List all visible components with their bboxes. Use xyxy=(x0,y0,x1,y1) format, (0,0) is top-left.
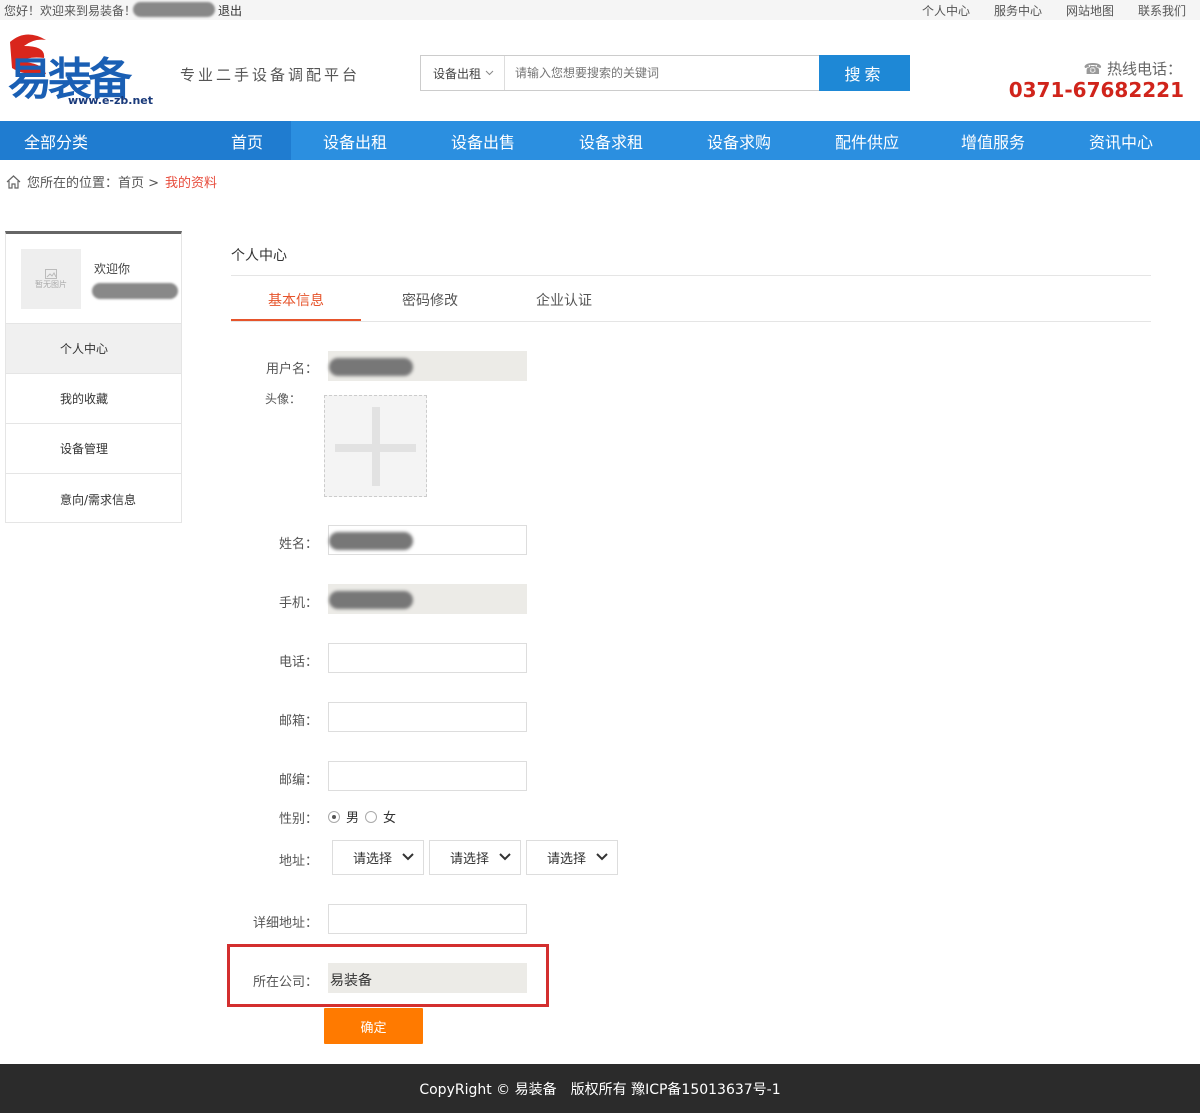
tab-password[interactable]: 密码修改 xyxy=(402,290,458,310)
username-field xyxy=(328,351,527,381)
city-select-value: 请选择 xyxy=(450,852,490,867)
top-link-service-center[interactable]: 服务中心 xyxy=(994,2,1042,19)
top-link-personal-center[interactable]: 个人中心 xyxy=(922,2,970,19)
email-field[interactable] xyxy=(328,702,527,732)
company-value: 易装备 xyxy=(330,973,372,989)
search-category-select[interactable]: 设备出租 xyxy=(421,56,505,90)
name-field[interactable] xyxy=(328,525,527,555)
city-select[interactable]: 请选择 xyxy=(429,840,521,875)
gender-label: 性别： xyxy=(278,812,318,827)
sidebar: 暂无图片 欢迎你 个人中心 我的收藏 设备管理 意向/需求信息 xyxy=(5,231,182,523)
province-select-value: 请选择 xyxy=(353,852,393,867)
phone-icon: ☎ xyxy=(1083,60,1103,78)
gender-options: 男 女 xyxy=(328,807,396,826)
detail-address-label: 详细地址： xyxy=(252,916,318,931)
main-nav: 全部分类 首页 设备出租 设备出售 设备求租 设备求购 配件供应 增值服务 资讯… xyxy=(0,121,1200,160)
blurred-username-value xyxy=(329,358,413,376)
breadcrumb-current: 我的资料 xyxy=(165,176,218,191)
footer-copyright: CopyRight © 易装备 版权所有 豫ICP备15013637号-1 xyxy=(419,1081,781,1098)
avatar-placeholder-text: 暂无图片 xyxy=(35,279,67,289)
greeting-text: 您好！欢迎来到易装备！ xyxy=(4,4,137,18)
chevron-down-icon xyxy=(402,853,414,861)
logout-link[interactable]: 退出 xyxy=(218,2,242,19)
slogan: 专业二手设备调配平台 xyxy=(180,66,361,84)
mobile-label: 手机： xyxy=(278,596,318,611)
blurred-username xyxy=(133,2,215,17)
avatar-label: 头像： xyxy=(264,392,301,406)
welcome-text: 欢迎你 xyxy=(94,262,131,276)
district-select[interactable]: 请选择 xyxy=(526,840,618,875)
gender-female-radio[interactable] xyxy=(365,810,378,823)
logo-url: www.e-zb.net xyxy=(68,94,153,106)
phone-label: 电话： xyxy=(278,655,318,670)
detail-address-field[interactable] xyxy=(328,904,527,934)
site-logo[interactable]: 易装备 www.e-zb.net xyxy=(6,32,156,106)
tab-enterprise-auth[interactable]: 企业认证 xyxy=(536,290,592,310)
top-link-site-map[interactable]: 网站地图 xyxy=(1066,2,1114,19)
top-links: 个人中心 服务中心 网站地图 联系我们 xyxy=(922,2,1186,19)
nav-rent-out[interactable]: 设备出租 xyxy=(291,121,419,160)
tab-basic-info[interactable]: 基本信息 xyxy=(268,290,324,310)
company-label: 所在公司： xyxy=(252,975,318,990)
gender-male-label: 男 xyxy=(346,811,360,826)
search-bar: 设备出租 搜索 xyxy=(420,55,910,91)
nav-rent-wanted[interactable]: 设备求租 xyxy=(547,121,675,160)
nav-news[interactable]: 资讯中心 xyxy=(1055,121,1187,160)
avatar: 暂无图片 xyxy=(21,249,81,309)
username-label: 用户名： xyxy=(265,362,318,377)
sidebar-item-favorites[interactable]: 我的收藏 xyxy=(6,374,181,424)
sidebar-item-intentions[interactable]: 意向/需求信息 xyxy=(6,474,181,524)
hotline-number: 0371-67682221 xyxy=(1008,78,1184,102)
breadcrumb: 您所在的位置：首页 > 我的资料 xyxy=(6,172,217,191)
sidebar-menu: 个人中心 我的收藏 设备管理 意向/需求信息 xyxy=(6,324,181,524)
active-tab-indicator xyxy=(231,319,361,321)
search-button[interactable]: 搜索 xyxy=(819,55,910,91)
email-label: 邮箱： xyxy=(278,714,318,729)
avatar-upload[interactable] xyxy=(324,395,427,497)
nav-all-categories[interactable]: 全部分类 xyxy=(0,121,203,160)
address-label: 地址： xyxy=(278,854,318,869)
district-select-value: 请选择 xyxy=(547,852,587,867)
name-label: 姓名： xyxy=(278,537,318,552)
postcode-label: 邮编： xyxy=(278,773,318,788)
image-placeholder-icon xyxy=(45,268,57,279)
home-icon xyxy=(6,174,21,189)
chevron-down-icon xyxy=(499,853,511,861)
nav-buy-wanted[interactable]: 设备求购 xyxy=(675,121,803,160)
hotline-label: ☎ 热线电话： xyxy=(1084,58,1182,79)
phone-field[interactable] xyxy=(328,643,527,673)
nav-value-added[interactable]: 增值服务 xyxy=(931,121,1055,160)
tab-bar: 基本信息 密码修改 企业认证 xyxy=(231,276,1151,322)
sidebar-item-personal-center[interactable]: 个人中心 xyxy=(6,324,181,374)
hotline-label-text: 热线电话： xyxy=(1106,60,1182,78)
chevron-down-icon xyxy=(596,853,608,861)
nav-home[interactable]: 首页 xyxy=(203,121,291,160)
search-category-label: 设备出租 xyxy=(433,66,482,81)
blurred-mobile-value xyxy=(329,591,413,609)
mobile-field xyxy=(328,584,527,614)
top-link-contact[interactable]: 联系我们 xyxy=(1138,2,1186,19)
gender-female-label: 女 xyxy=(383,811,397,826)
breadcrumb-prefix[interactable]: 您所在的位置：首页 > xyxy=(27,172,159,191)
nav-sell[interactable]: 设备出售 xyxy=(419,121,547,160)
province-select[interactable]: 请选择 xyxy=(332,840,424,875)
gender-male-radio[interactable] xyxy=(328,810,340,823)
sidebar-item-equipment-management[interactable]: 设备管理 xyxy=(6,424,181,474)
sidebar-profile: 暂无图片 欢迎你 xyxy=(6,234,181,324)
blurred-name-value xyxy=(329,532,413,550)
submit-button[interactable]: 确定 xyxy=(324,1008,423,1044)
chevron-down-icon xyxy=(485,70,494,76)
plus-icon-v xyxy=(372,407,380,486)
top-bar: 您好！欢迎来到易装备！ 退出 个人中心 服务中心 网站地图 联系我们 xyxy=(0,0,1200,20)
page-title: 个人中心 xyxy=(231,248,287,264)
footer: CopyRight © 易装备 版权所有 豫ICP备15013637号-1 xyxy=(0,1064,1200,1113)
nav-parts[interactable]: 配件供应 xyxy=(803,121,931,160)
search-input[interactable] xyxy=(505,56,819,90)
blurred-user-id xyxy=(92,283,178,299)
postcode-field[interactable] xyxy=(328,761,527,791)
